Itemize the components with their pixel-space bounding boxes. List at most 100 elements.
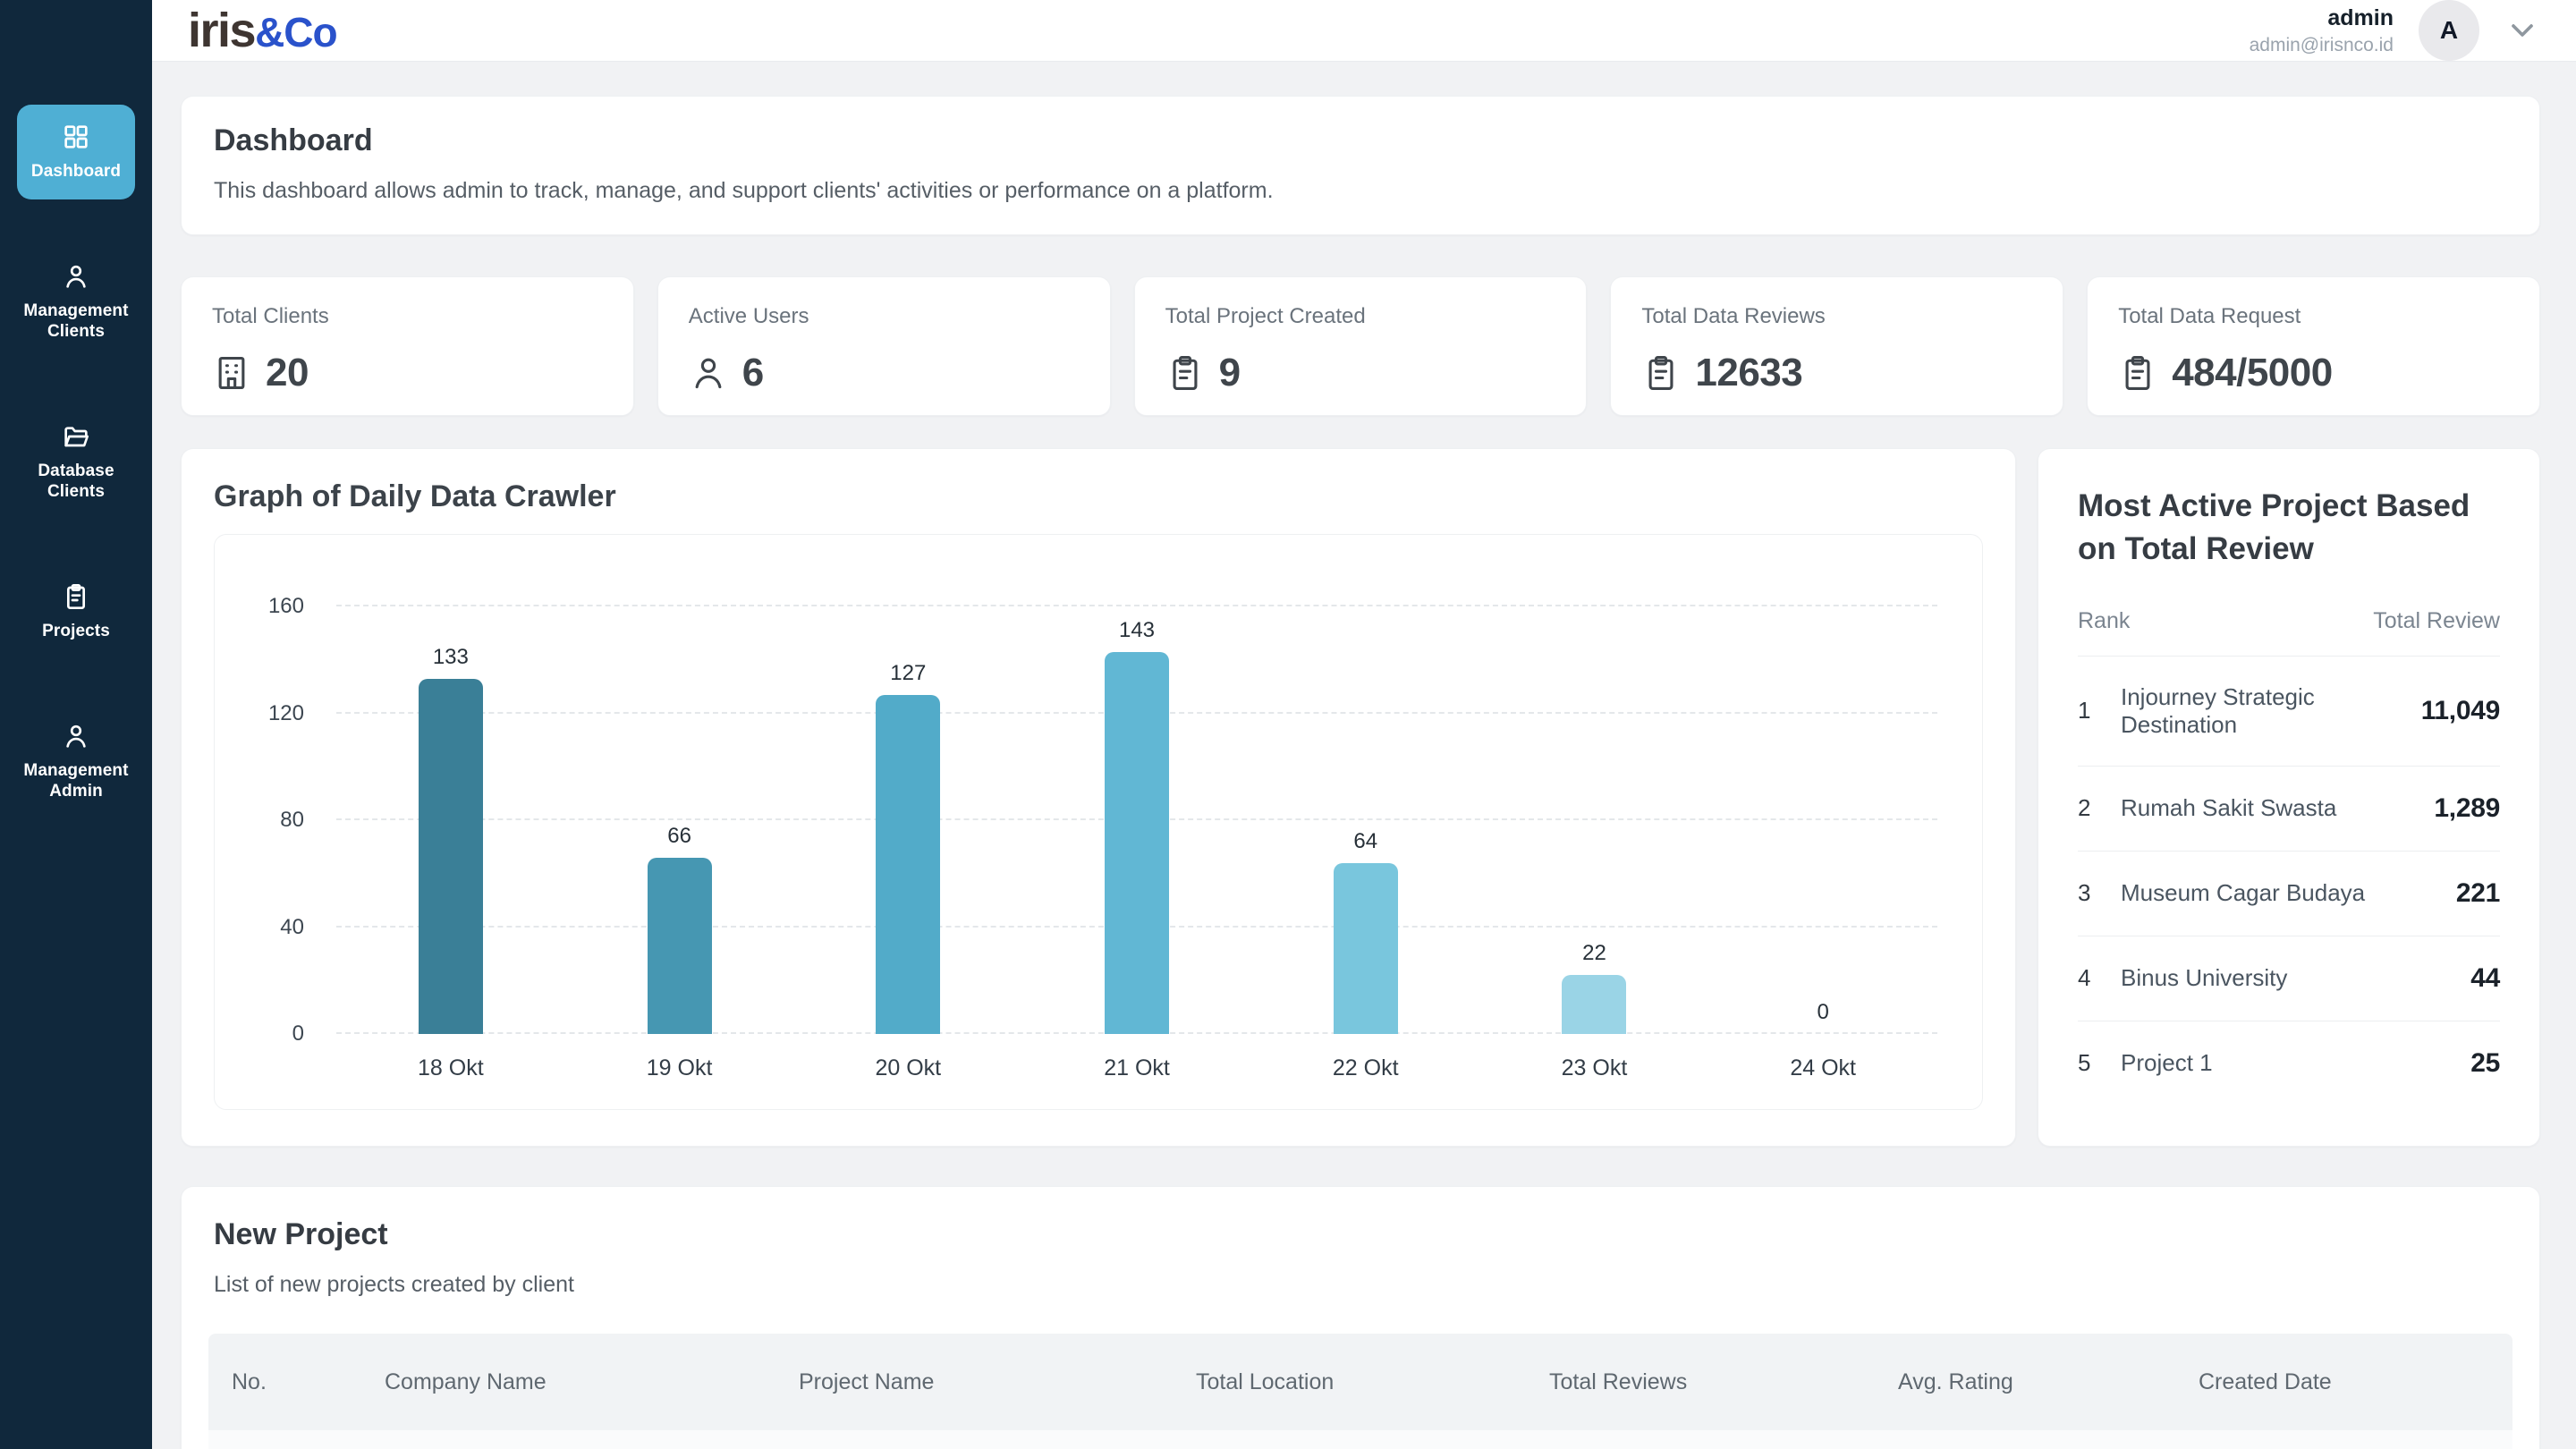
x-tick-label: 21 Okt bbox=[1022, 1055, 1251, 1081]
clipboard-icon bbox=[62, 582, 90, 611]
sidebar-item-management-admin[interactable]: Management Admin bbox=[17, 704, 135, 819]
bar-22-okt[interactable] bbox=[1334, 863, 1398, 1034]
bar-21-okt[interactable] bbox=[1105, 652, 1169, 1034]
sidebar-item-label: Management Clients bbox=[21, 301, 131, 342]
sidebar-item-dashboard[interactable]: Dashboard bbox=[17, 105, 135, 199]
bar-column-24-okt: 0 bbox=[1708, 606, 1937, 1034]
rank-number: 4 bbox=[2078, 964, 2121, 992]
bar-value-label: 127 bbox=[890, 661, 926, 686]
rank-row-5[interactable]: 5Project 125 bbox=[2078, 1021, 2500, 1106]
rank-total-review: 1,289 bbox=[2434, 793, 2500, 824]
x-tick-label: 18 Okt bbox=[336, 1055, 565, 1081]
column-header-no-: No. bbox=[208, 1369, 361, 1395]
rank-project-name: Museum Cagar Budaya bbox=[2121, 879, 2456, 907]
user-meta: admin admin@irisnco.id bbox=[2250, 5, 2394, 56]
stat-value-row: 6 bbox=[689, 351, 1080, 395]
sidebar-item-label: Dashboard bbox=[31, 162, 121, 182]
new-project-table: No.Company NameProject NameTotal Locatio… bbox=[208, 1334, 2512, 1449]
bar-column-22-okt: 64 bbox=[1251, 606, 1480, 1034]
sidebar-item-label: Projects bbox=[42, 622, 110, 641]
stat-label: Total Project Created bbox=[1165, 304, 1556, 329]
stat-card-total-data-request: Total Data Request 484/5000 bbox=[2087, 276, 2540, 416]
topbar: iris&Co admin admin@irisnco.id A bbox=[152, 0, 2576, 62]
person-icon bbox=[62, 262, 90, 291]
stat-label: Total Data Request bbox=[2118, 304, 2509, 329]
building-icon bbox=[212, 353, 251, 393]
brand-name-primary: iris bbox=[188, 3, 255, 58]
chart-bars: 133 66 127 143 64 22 0 bbox=[336, 606, 1937, 1034]
brand-name-secondary: &Co bbox=[255, 8, 337, 56]
sidebar-item-management-clients[interactable]: Management Clients bbox=[17, 244, 135, 360]
bar-value-label: 22 bbox=[1582, 941, 1606, 966]
rank-number: 3 bbox=[2078, 879, 2121, 907]
bar-value-label: 66 bbox=[667, 824, 691, 849]
new-project-subtitle: List of new projects created by client bbox=[214, 1272, 2507, 1298]
bar-value-label: 133 bbox=[433, 645, 469, 670]
y-tick-label: 40 bbox=[280, 915, 304, 940]
user-menu[interactable]: admin admin@irisnco.id A bbox=[2250, 0, 2540, 61]
column-header-created-date: Created Date bbox=[2175, 1369, 2512, 1395]
bar-19-okt[interactable] bbox=[648, 858, 712, 1034]
rank-total-review: 221 bbox=[2456, 878, 2500, 909]
main-area: iris&Co admin admin@irisnco.id A Dashboa… bbox=[152, 0, 2576, 1449]
clipboard-icon bbox=[2118, 353, 2157, 393]
bar-column-20-okt: 127 bbox=[793, 606, 1022, 1034]
rank-project-name: Injourney Strategic Destination bbox=[2121, 683, 2421, 739]
bar-column-18-okt: 133 bbox=[336, 606, 565, 1034]
sidebar-nav: Dashboard Management Clients Database Clie… bbox=[0, 105, 152, 819]
sidebar-item-database-clients[interactable]: Database Clients bbox=[17, 404, 135, 520]
user-name: admin bbox=[2250, 5, 2394, 31]
table-row[interactable]: 1PenakitaKODIM JAKARTA523.8★Oct 23, 2025 bbox=[208, 1430, 2512, 1449]
daily-crawler-chart-card: Graph of Daily Data Crawler 04080120160 … bbox=[181, 448, 2016, 1147]
page-description: This dashboard allows admin to track, ma… bbox=[214, 178, 2507, 204]
clipboard-icon bbox=[1165, 353, 1205, 393]
rank-row-3[interactable]: 3Museum Cagar Budaya221 bbox=[2078, 852, 2500, 936]
column-header-company-name: Company Name bbox=[361, 1369, 775, 1395]
x-tick-label: 22 Okt bbox=[1251, 1055, 1480, 1081]
total-review-header-label: Total Review bbox=[2373, 608, 2500, 634]
person-icon bbox=[689, 353, 728, 393]
stat-card-total-data-reviews: Total Data Reviews 12633 bbox=[1610, 276, 2063, 416]
bar-value-label: 143 bbox=[1119, 618, 1155, 643]
stat-card-total-project-created: Total Project Created9 bbox=[1134, 276, 1588, 416]
rank-row-2[interactable]: 2Rumah Sakit Swasta1,289 bbox=[2078, 767, 2500, 852]
mid-row: Graph of Daily Data Crawler 04080120160 … bbox=[181, 448, 2540, 1147]
new-project-head: New Project List of new projects created… bbox=[182, 1217, 2539, 1298]
bar-value-label: 64 bbox=[1353, 829, 1377, 854]
bar-column-23-okt: 22 bbox=[1480, 606, 1709, 1034]
rank-table-header: Rank Total Review bbox=[2078, 608, 2500, 657]
stats-row: Total Clients20Active Users6Total Projec… bbox=[181, 276, 2540, 416]
stat-label: Total Data Reviews bbox=[1641, 304, 2032, 329]
rank-row-1[interactable]: 1Injourney Strategic Destination11,049 bbox=[2078, 657, 2500, 767]
rank-total-review: 11,049 bbox=[2421, 696, 2500, 726]
bar-column-21-okt: 143 bbox=[1022, 606, 1251, 1034]
page-head-card: Dashboard This dashboard allows admin to… bbox=[181, 96, 2540, 235]
bar-chart-plot: 04080120160 1336612714364220 bbox=[336, 606, 1937, 1034]
brand-logo[interactable]: iris&Co bbox=[188, 3, 337, 58]
sidebar-item-projects[interactable]: Projects bbox=[17, 564, 135, 659]
y-tick-label: 80 bbox=[280, 808, 304, 833]
column-header-project-name: Project Name bbox=[775, 1369, 1173, 1395]
page-title: Dashboard bbox=[214, 123, 2507, 158]
y-tick-label: 120 bbox=[268, 701, 304, 726]
bar-20-okt[interactable] bbox=[876, 695, 940, 1034]
x-tick-label: 24 Okt bbox=[1708, 1055, 1937, 1081]
column-header-total-reviews: Total Reviews bbox=[1526, 1369, 1875, 1395]
bar-23-okt[interactable] bbox=[1562, 975, 1626, 1034]
rank-number: 2 bbox=[2078, 794, 2121, 822]
rank-row-4[interactable]: 4Binus University44 bbox=[2078, 936, 2500, 1021]
x-tick-label: 23 Okt bbox=[1480, 1055, 1709, 1081]
bar-18-okt[interactable] bbox=[419, 679, 483, 1034]
bar-value-label: 0 bbox=[1817, 1000, 1828, 1025]
stat-value-row: 484/5000 bbox=[2118, 351, 2509, 395]
chevron-down-icon[interactable] bbox=[2504, 13, 2540, 48]
stat-card-total-clients: Total Clients 20 bbox=[181, 276, 634, 416]
column-header-total-location: Total Location bbox=[1173, 1369, 1526, 1395]
stat-label: Total Clients bbox=[212, 304, 603, 329]
avatar[interactable]: A bbox=[2419, 0, 2479, 61]
person-icon bbox=[62, 722, 90, 750]
clipboard-icon bbox=[1641, 353, 1681, 393]
stat-value-row: 12633 bbox=[1641, 351, 2032, 395]
new-project-title: New Project bbox=[214, 1217, 2507, 1252]
stat-value-row: 20 bbox=[212, 351, 603, 395]
